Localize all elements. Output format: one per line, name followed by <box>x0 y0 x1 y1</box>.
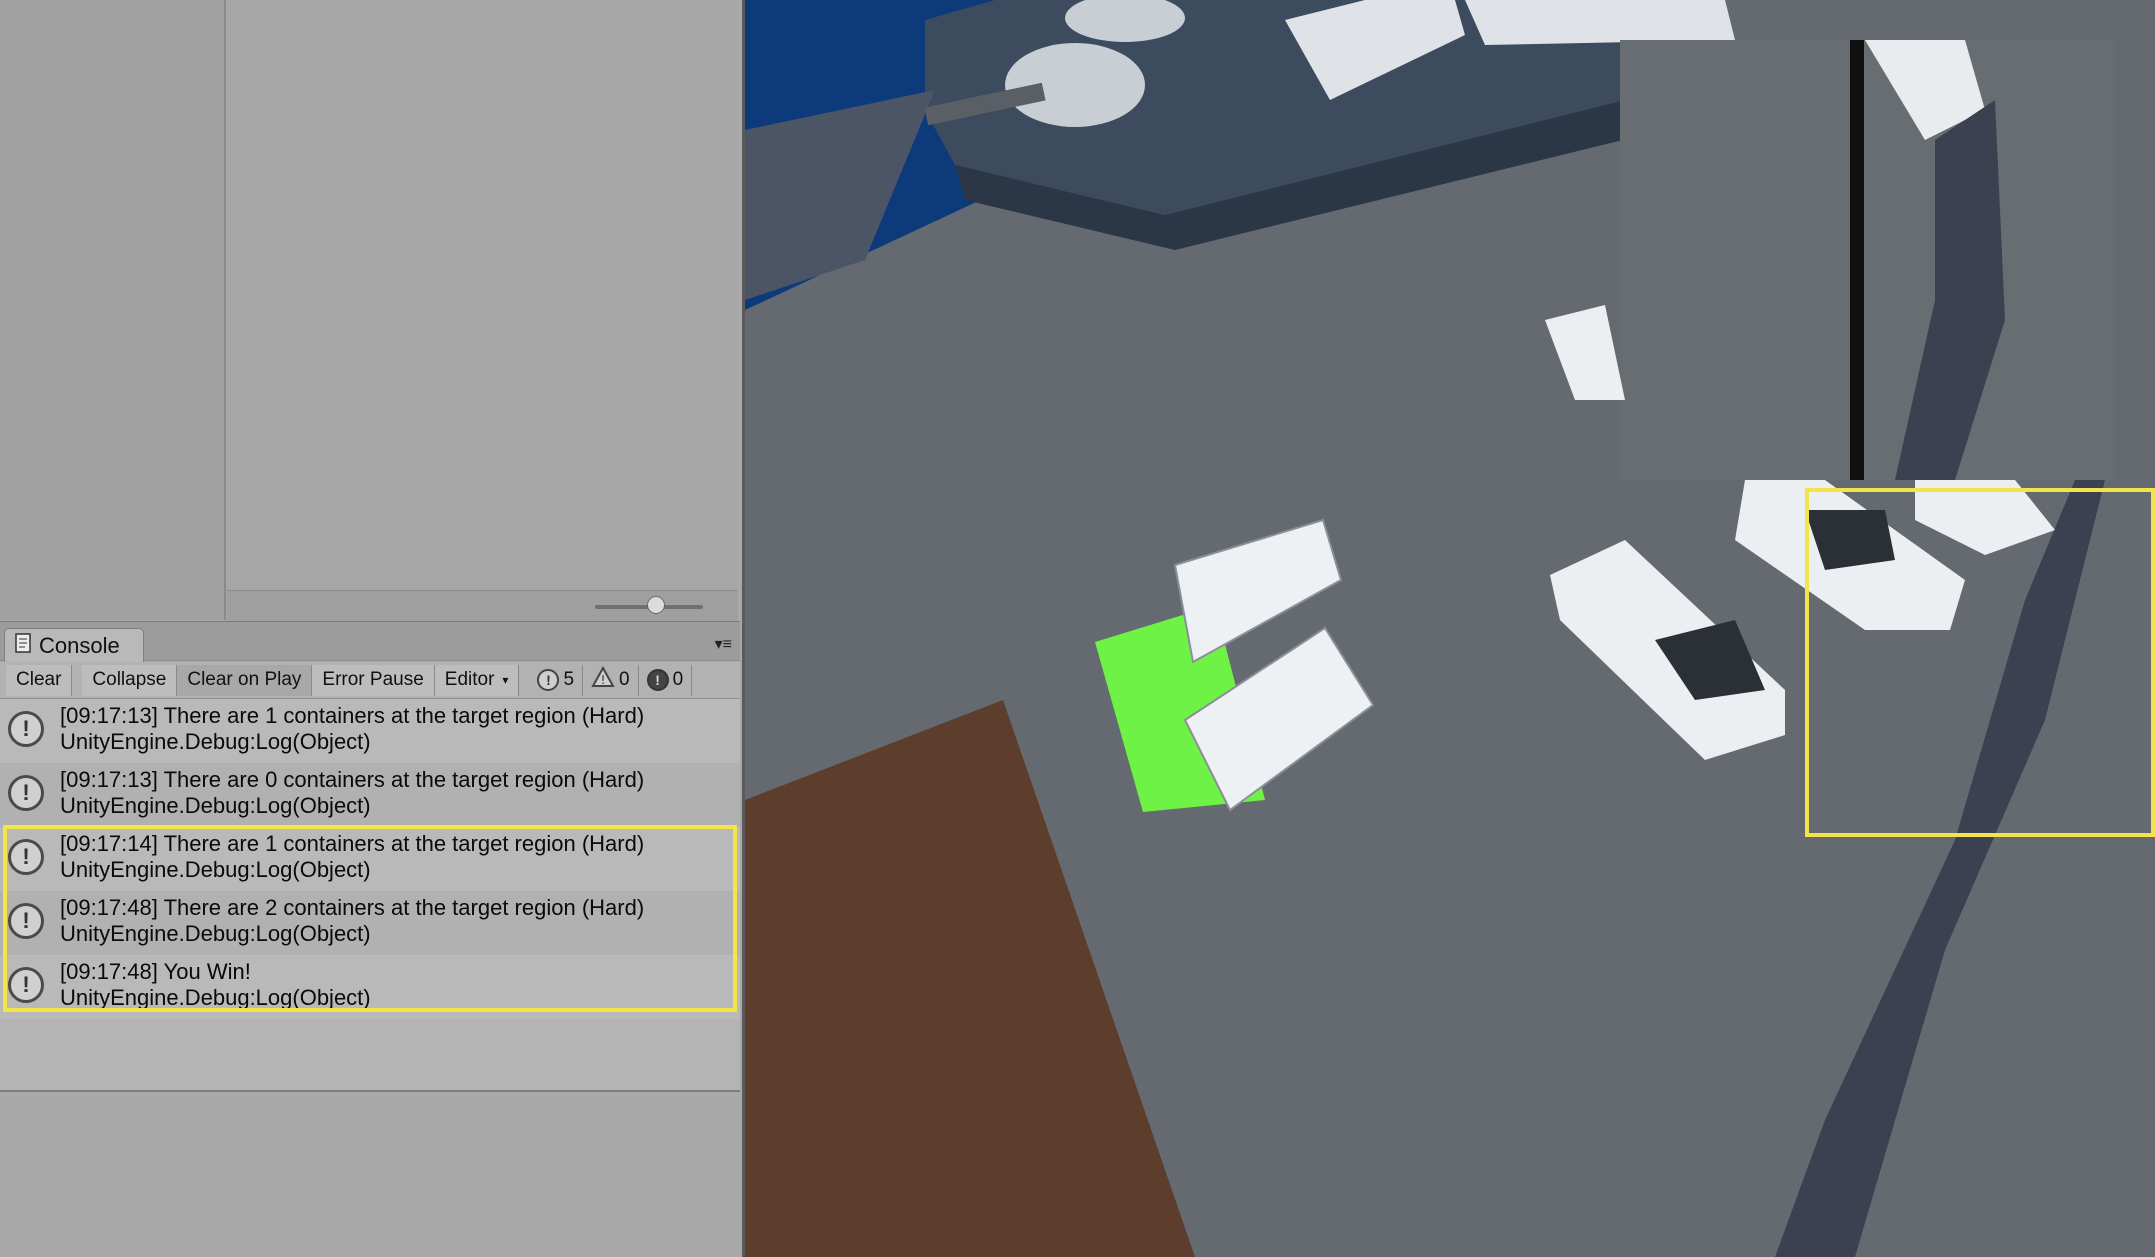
project-panel <box>0 0 740 622</box>
chevron-down-icon: ▾ <box>502 673 509 687</box>
target-highlight-box <box>1805 488 2155 837</box>
log-stacktrace: UnityEngine.Debug:Log(Object) <box>60 793 371 818</box>
error-count: 0 <box>672 669 684 690</box>
log-message: [09:17:13] There are 1 containers at the… <box>60 703 645 728</box>
info-log-icon: ! <box>8 711 44 747</box>
console-header: Console ▾≡ <box>0 621 740 662</box>
console-tab-icon <box>15 633 31 658</box>
svg-text:!: ! <box>601 673 606 687</box>
tab-console[interactable]: Console <box>4 628 144 662</box>
parked-car <box>1545 305 1625 400</box>
error-icon: ! <box>646 669 669 691</box>
log-message: [09:17:13] There are 0 containers at the… <box>60 767 645 792</box>
info-filter-toggle[interactable]: ! 5 <box>529 664 584 696</box>
game-scene-view[interactable] <box>742 0 2155 1257</box>
panel-menu-icon[interactable]: ▾≡ <box>715 634 732 654</box>
project-folder-tree[interactable] <box>0 0 226 620</box>
editor-dropdown[interactable]: Editor ▾ <box>434 664 520 696</box>
log-entry[interactable]: ! [09:17:13] There are 0 containers at t… <box>0 763 740 827</box>
parked-car <box>1550 540 1785 760</box>
clear-button[interactable]: Clear <box>6 664 73 696</box>
log-entry[interactable]: ! [09:17:13] There are 1 containers at t… <box>0 699 740 763</box>
clear-on-play-toggle[interactable]: Clear on Play <box>177 664 313 696</box>
console-toolbar: Clear Collapse Clear on Play Error Pause… <box>0 662 740 699</box>
error-filter-toggle[interactable]: ! 0 <box>639 664 693 696</box>
crane-cable <box>1850 40 1864 480</box>
console-detail-area <box>0 1092 740 1257</box>
ship-turret <box>1005 43 1145 127</box>
warning-filter-toggle[interactable]: ! 0 <box>583 664 639 696</box>
project-assets-view[interactable] <box>227 0 738 590</box>
editor-dropdown-label: Editor <box>444 669 495 690</box>
console-tab-label: Console <box>39 632 120 658</box>
log-stacktrace: UnityEngine.Debug:Log(Object) <box>60 729 371 754</box>
ship-superstructure <box>1465 0 1735 45</box>
console-highlight-box <box>3 825 737 1012</box>
brown-area <box>745 700 1195 1257</box>
zoom-slider-thumb[interactable] <box>647 596 665 614</box>
info-count: 5 <box>563 669 575 690</box>
info-icon: ! <box>537 669 560 691</box>
assets-footer-bar <box>227 590 738 622</box>
warning-icon: ! <box>591 665 615 694</box>
collapse-button[interactable]: Collapse <box>82 664 178 696</box>
camera-inset-view <box>1620 40 2115 480</box>
warning-count: 0 <box>619 669 630 690</box>
info-log-icon: ! <box>8 775 44 811</box>
editor-left-panel: Console ▾≡ Clear Collapse Clear on Play … <box>0 0 740 1257</box>
error-pause-toggle[interactable]: Error Pause <box>312 664 435 696</box>
